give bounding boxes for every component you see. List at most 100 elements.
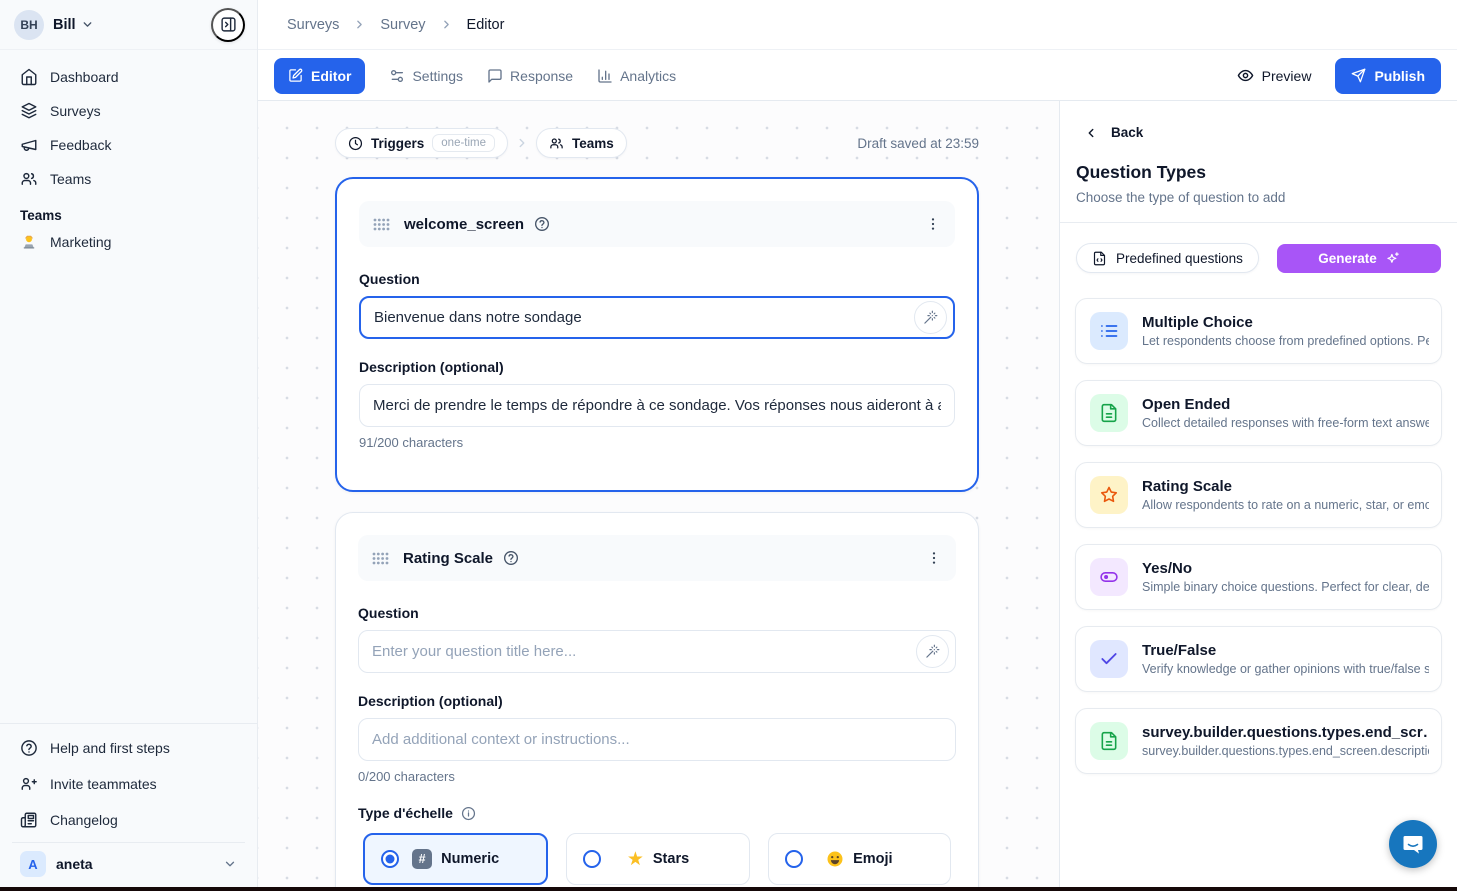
question-title-input[interactable] bbox=[374, 309, 914, 326]
question-type-name: Yes/No bbox=[1142, 560, 1429, 577]
description-input[interactable] bbox=[372, 731, 942, 748]
back-button[interactable]: Back bbox=[1084, 125, 1143, 140]
sidebar-item-help[interactable]: Help and first steps bbox=[12, 730, 245, 766]
question-type-rating-scale[interactable]: Rating Scale Allow respondents to rate o… bbox=[1075, 462, 1442, 528]
wand-sparkles-icon bbox=[923, 310, 938, 325]
file-text-icon bbox=[1090, 394, 1128, 432]
info-icon[interactable] bbox=[461, 806, 476, 821]
sidebar-item-dashboard[interactable]: Dashboard bbox=[12, 60, 245, 94]
breadcrumb-surveys[interactable]: Surveys bbox=[287, 17, 339, 33]
generate-button[interactable]: Generate bbox=[1277, 244, 1441, 273]
clock-icon bbox=[348, 136, 363, 151]
sidebar-item-label: Changelog bbox=[50, 812, 118, 828]
radio-icon bbox=[785, 850, 803, 868]
sidebar-item-changelog[interactable]: Changelog bbox=[12, 802, 245, 838]
chevron-down-icon bbox=[223, 857, 237, 871]
edit-icon bbox=[288, 68, 303, 83]
question-card-rating-scale[interactable]: Rating Scale Question Description (optio… bbox=[335, 512, 979, 891]
sidebar-item-invite[interactable]: Invite teammates bbox=[12, 766, 245, 802]
preview-button[interactable]: Preview bbox=[1237, 67, 1312, 84]
workspace-switcher[interactable]: BH Bill bbox=[0, 0, 257, 50]
chevron-right-icon bbox=[353, 18, 366, 31]
question-type-open-ended[interactable]: Open Ended Collect detailed responses wi… bbox=[1075, 380, 1442, 446]
help-circle-icon[interactable] bbox=[503, 550, 519, 566]
toggle-icon bbox=[1090, 558, 1128, 596]
description-input[interactable] bbox=[373, 397, 941, 414]
sidebar-item-surveys[interactable]: Surveys bbox=[12, 94, 245, 128]
question-type-description: Verify knowledge or gather opinions with… bbox=[1142, 662, 1429, 676]
breadcrumb: Surveys Survey Editor bbox=[258, 0, 1457, 50]
file-text-icon bbox=[1090, 722, 1128, 760]
ellipsis-menu-icon[interactable] bbox=[925, 216, 941, 232]
ellipsis-menu-icon[interactable] bbox=[926, 550, 942, 566]
drag-handle-icon[interactable] bbox=[372, 552, 389, 565]
sidebar-item-label: Dashboard bbox=[50, 69, 119, 85]
question-type-description: Simple binary choice questions. Perfect … bbox=[1142, 580, 1429, 594]
chevron-down-icon bbox=[81, 18, 94, 31]
question-type-yes-no[interactable]: Yes/No Simple binary choice questions. P… bbox=[1075, 544, 1442, 610]
question-label: Question bbox=[358, 605, 956, 621]
newspaper-icon bbox=[20, 811, 38, 829]
publish-button[interactable]: Publish bbox=[1335, 58, 1441, 94]
users-icon bbox=[549, 136, 564, 151]
drag-handle-icon[interactable] bbox=[373, 218, 390, 231]
question-title-input[interactable] bbox=[372, 643, 916, 660]
sidebar-section-teams-label: Teams bbox=[12, 208, 245, 223]
chevron-right-icon bbox=[515, 136, 529, 150]
question-type-multiple-choice[interactable]: Multiple Choice Let respondents choose f… bbox=[1075, 298, 1442, 364]
question-card-header[interactable]: welcome_screen bbox=[359, 201, 955, 247]
question-type-name: Open Ended bbox=[1142, 396, 1429, 413]
scale-option-label: Emoji bbox=[853, 851, 892, 867]
draft-status: Draft saved at 23:59 bbox=[857, 136, 979, 151]
sidebar-item-marketing[interactable]: Marketing bbox=[12, 225, 245, 259]
home-icon bbox=[20, 68, 38, 86]
sliders-icon bbox=[389, 68, 405, 84]
layers-icon bbox=[20, 102, 38, 120]
users-icon bbox=[20, 170, 38, 188]
help-circle-icon bbox=[20, 739, 38, 757]
window-bottom-edge bbox=[0, 887, 1457, 891]
panel-title: Question Types bbox=[1076, 162, 1457, 183]
description-label: Description (optional) bbox=[358, 693, 956, 709]
tab-settings[interactable]: Settings bbox=[389, 68, 463, 84]
predefined-questions-button[interactable]: Predefined questions bbox=[1076, 243, 1259, 273]
tab-analytics[interactable]: Analytics bbox=[597, 68, 676, 84]
file-icon bbox=[1092, 251, 1107, 266]
sidebar-toggle-button[interactable] bbox=[211, 8, 245, 42]
triggers-pill[interactable]: Triggers one-time bbox=[335, 128, 508, 158]
sidebar-item-teams[interactable]: Teams bbox=[12, 162, 245, 196]
scale-option-emoji[interactable]: Emoji bbox=[768, 833, 951, 885]
question-type-name: survey.builder.questions.types.end_scr… bbox=[1142, 724, 1429, 741]
scale-option-stars[interactable]: ★ Stars bbox=[566, 833, 749, 885]
sidebar-item-label: Marketing bbox=[50, 234, 111, 250]
question-type-description: survey.builder.questions.types.end_scree… bbox=[1142, 744, 1429, 758]
teams-pill[interactable]: Teams bbox=[536, 128, 627, 158]
help-circle-icon[interactable] bbox=[534, 216, 550, 232]
question-type-true-false[interactable]: True/False Verify knowledge or gather op… bbox=[1075, 626, 1442, 692]
back-label: Back bbox=[1111, 125, 1143, 140]
question-card-welcome-screen[interactable]: welcome_screen Question Description (opt… bbox=[335, 177, 979, 492]
trigger-type-badge: one-time bbox=[432, 134, 495, 152]
org-switcher[interactable]: A aneta bbox=[12, 842, 245, 885]
megaphone-icon bbox=[20, 136, 38, 154]
chat-launcher-button[interactable] bbox=[1389, 820, 1437, 868]
send-icon bbox=[1351, 68, 1366, 83]
scale-option-label: Stars bbox=[653, 851, 689, 867]
question-card-header[interactable]: Rating Scale bbox=[358, 535, 956, 581]
magic-wand-button[interactable] bbox=[914, 301, 947, 334]
bar-chart-icon bbox=[597, 68, 613, 84]
tab-label: Settings bbox=[412, 68, 463, 84]
scale-option-numeric[interactable]: # Numeric bbox=[363, 833, 548, 885]
breadcrumb-survey[interactable]: Survey bbox=[380, 17, 425, 33]
editor-toolbar: Editor Settings Response Analytics Previ… bbox=[258, 51, 1457, 101]
message-icon bbox=[487, 68, 503, 84]
tab-editor[interactable]: Editor bbox=[274, 58, 365, 94]
magic-wand-button[interactable] bbox=[916, 635, 949, 668]
question-type-end-screen[interactable]: survey.builder.questions.types.end_scr… … bbox=[1075, 708, 1442, 774]
question-card-title: Rating Scale bbox=[403, 550, 493, 567]
sidebar-item-feedback[interactable]: Feedback bbox=[12, 128, 245, 162]
preview-label: Preview bbox=[1262, 68, 1312, 84]
tab-response[interactable]: Response bbox=[487, 68, 573, 84]
check-icon bbox=[1090, 640, 1128, 678]
question-card-title: welcome_screen bbox=[404, 216, 524, 233]
